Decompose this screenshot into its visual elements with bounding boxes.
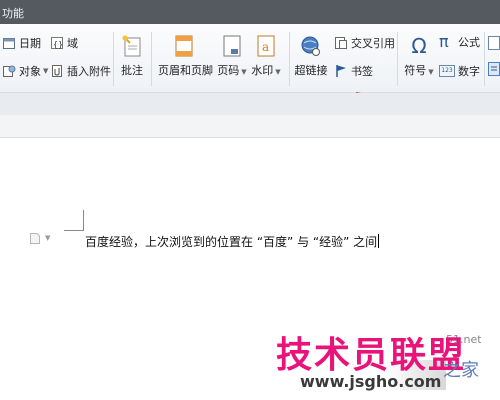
cross-reference-icon [335,37,347,49]
header-footer-label: 页眉和页脚 [158,64,213,77]
page-margin-gap [0,115,500,138]
paragraph-layout-icon[interactable] [29,232,41,245]
hyperlink-label: 超链接 [294,64,328,77]
ribbon-separator [113,32,114,86]
watermark-logo-text: 技术员联盟 [276,335,467,376]
attachment-icon [52,65,62,77]
comment-button[interactable]: 批注 [117,34,147,78]
symbol-button[interactable]: Ω 符号 ▼ [402,34,436,78]
document-paragraph: 百度经验，上次浏览到的位置在 “百度” 与 “经验” 之间 [85,235,378,249]
watermark-button[interactable]: a 水印 ▼ [250,34,282,78]
margin-corner-mark [83,210,84,231]
watermark-home-text: 之家 [443,360,479,381]
globe-link-icon [301,36,320,56]
bookmark-flag-icon [336,65,346,77]
bookmark-button[interactable]: 书签 [334,63,373,79]
field-icon: {} [51,37,63,49]
formula-label: 公式 [458,36,480,49]
page-number-label: 页码 [217,64,240,77]
header-footer-button[interactable]: 页眉和页脚 [158,34,213,78]
svg-text:{}: {} [53,40,63,49]
cross-reference-label: 交叉引用 [351,37,395,50]
insert-ribbon: 日期 {} 域 对象 ▼ 插入附件 批注 页眉和页脚 页码 ▼ a 水印 ▼ 超… [0,24,500,93]
ribbon-separator [484,32,485,86]
comment-icon [122,35,141,57]
symbol-dropdown-caret[interactable]: ▼ [428,68,433,76]
date-button[interactable]: 日期 [2,35,41,51]
cross-reference-button[interactable]: 交叉引用 [334,35,395,51]
window-title: 功能 [2,7,24,20]
paragraph-dropdown-caret[interactable]: ▼ [45,234,50,242]
ribbon-separator [151,32,152,86]
title-bar: 功能 [0,0,500,24]
formula-button[interactable]: π 公式 [439,34,480,50]
number-123-icon: 123 [439,65,455,77]
page-number-button[interactable]: 页码 ▼ [216,34,248,78]
ribbon-separator [289,32,290,86]
number-button[interactable]: 123 数字 [439,63,480,79]
pi-icon: π [439,32,449,51]
watermark-label: 水印 [251,64,274,77]
object-icon [3,65,16,77]
symbol-label: 符号 [404,64,427,77]
margin-corner-mark [64,230,84,231]
text-box-icon[interactable] [488,62,500,76]
watermark-dropdown-caret[interactable]: ▼ [275,68,280,76]
omega-icon: Ω [411,34,427,58]
watermark-url: www.jsgho.com [300,372,442,391]
watermark-icon: a [257,35,275,57]
page-number-dropdown-caret[interactable]: ▼ [241,68,246,76]
header-footer-icon [175,35,193,57]
field-button[interactable]: {} 域 [50,35,78,51]
bookmark-label: 书签 [351,65,373,78]
object-label: 对象 [19,65,41,78]
insert-attachment-button[interactable]: 插入附件 [50,63,111,79]
ribbon-separator [397,32,398,86]
ribbon-bottom-strip [0,93,500,115]
field-label: 域 [67,37,78,50]
hyperlink-button[interactable]: 超链接 [293,34,329,78]
attachment-label: 插入附件 [67,65,111,78]
date-label: 日期 [19,37,41,50]
text-cursor [378,234,380,248]
svg-text:a: a [262,40,269,54]
comment-label: 批注 [121,64,143,77]
document-text-line[interactable]: 百度经验，上次浏览到的位置在 “百度” 与 “经验” 之间 [85,233,380,250]
object-dropdown-caret[interactable]: ▼ [43,67,48,75]
object-button[interactable]: 对象 ▼ [2,63,48,79]
page-number-icon [223,35,241,57]
number-label: 数字 [458,65,480,78]
more-tools-icon[interactable] [488,36,500,50]
calendar-icon [3,38,15,49]
